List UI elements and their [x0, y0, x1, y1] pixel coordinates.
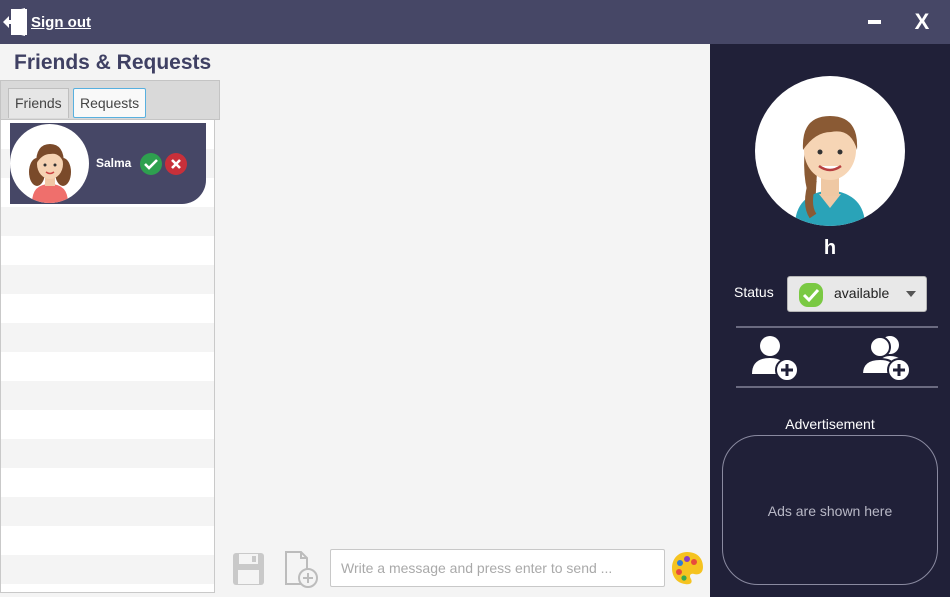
- tab-requests[interactable]: Requests: [73, 88, 147, 118]
- divider: [736, 386, 938, 388]
- avatar: [10, 124, 89, 203]
- panel-title: Friends & Requests: [14, 51, 212, 74]
- request-item[interactable]: Salma: [10, 123, 206, 204]
- close-button[interactable]: X: [908, 6, 936, 38]
- add-group-icon[interactable]: [860, 334, 914, 382]
- advertisement-label: Advertisement: [785, 416, 875, 432]
- requests-list: Salma: [0, 120, 215, 593]
- ad-box[interactable]: Ads are shown here: [722, 435, 938, 585]
- status-dropdown[interactable]: available: [787, 276, 927, 312]
- color-palette-icon[interactable]: [670, 550, 704, 586]
- status-label: Status: [734, 284, 774, 300]
- add-friend-icon[interactable]: [750, 334, 800, 382]
- title-bar: Sign out X: [0, 0, 950, 44]
- sign-out-icon: [3, 8, 27, 36]
- message-input[interactable]: [330, 549, 665, 587]
- tab-bar: Friends Requests: [0, 80, 220, 120]
- profile-avatar[interactable]: [755, 76, 905, 226]
- decline-icon[interactable]: [165, 153, 187, 175]
- sign-out-label: Sign out: [31, 13, 91, 31]
- ad-placeholder-text: Ads are shown here: [767, 503, 893, 519]
- request-name: Salma: [96, 156, 132, 170]
- profile-panel: h Status available Advertisement Ads are…: [710, 44, 950, 597]
- divider: [736, 326, 938, 328]
- accept-icon[interactable]: [140, 153, 162, 175]
- sign-out-button[interactable]: Sign out: [2, 8, 91, 36]
- chevron-down-icon: [906, 291, 916, 297]
- minimize-button[interactable]: [864, 10, 888, 34]
- attach-file-icon[interactable]: [284, 550, 318, 588]
- save-icon[interactable]: [232, 551, 265, 587]
- tab-friends[interactable]: Friends: [8, 88, 69, 118]
- status-value: available: [834, 285, 890, 301]
- available-check-icon: [799, 283, 823, 307]
- user-name: h: [823, 237, 837, 259]
